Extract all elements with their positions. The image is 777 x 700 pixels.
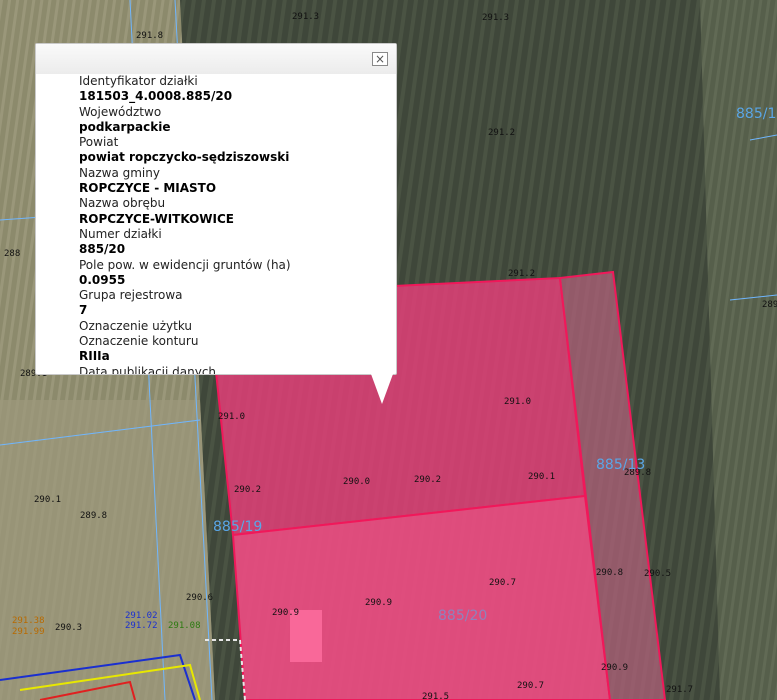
map-label: 291.5 bbox=[422, 692, 449, 700]
map-label: 290.3 bbox=[55, 623, 82, 633]
map-label: 291.38 bbox=[12, 616, 45, 626]
map-label: 290.6 bbox=[186, 593, 213, 603]
field-bottom-light bbox=[0, 400, 215, 700]
map-label: 289.8 bbox=[80, 511, 107, 521]
field-value: powiat ropczycko-sędziszowski bbox=[79, 150, 290, 165]
map-label: 290.7 bbox=[489, 578, 516, 588]
map-label: 291.2 bbox=[488, 128, 515, 138]
map-label: 291.2 bbox=[508, 269, 535, 279]
field-value: podkarpackie bbox=[79, 119, 171, 134]
field-value: 0.0955 bbox=[79, 272, 126, 287]
field-label: Oznaczenie konturu bbox=[79, 334, 199, 349]
field-label: Pole pow. w ewidencji gruntów (ha) bbox=[79, 257, 291, 272]
field-label: Powiat bbox=[79, 135, 119, 150]
field-label: Województwo bbox=[79, 104, 162, 119]
field-value: 885/20 bbox=[79, 242, 126, 257]
map-label: 290.7 bbox=[517, 681, 544, 691]
field-value: 181503_4.0008.885/20 bbox=[79, 89, 233, 104]
field-label: Data publikacji danych bbox=[79, 364, 217, 374]
field-value: ROPCZYCE-WITKOWICE bbox=[79, 211, 235, 226]
popup-header: × bbox=[36, 44, 396, 74]
map-label: 290.1 bbox=[34, 495, 61, 505]
parcel-number-label: 885/20 bbox=[438, 608, 487, 624]
map-label: 290.1 bbox=[528, 472, 555, 482]
popup-content[interactable]: Identyfikator działki 181503_4.0008.885/… bbox=[79, 74, 390, 374]
close-icon[interactable]: × bbox=[372, 52, 388, 66]
field-label: Identyfikator działki bbox=[79, 74, 198, 88]
field-label: Nazwa obrębu bbox=[79, 196, 166, 211]
map-label: 291.8 bbox=[136, 31, 163, 41]
field-label: Grupa rejestrowa bbox=[79, 288, 183, 303]
map-label: 291.99 bbox=[12, 627, 45, 637]
popup-pointer bbox=[371, 374, 393, 404]
map-label: 291.72 bbox=[125, 621, 158, 631]
parcel-number-label: 885/1 bbox=[736, 106, 776, 122]
map-label: 290.8 bbox=[596, 568, 623, 578]
map-label: 288 bbox=[4, 249, 20, 259]
field-value: 7 bbox=[79, 303, 88, 318]
field-value: ROPCZYCE - MIASTO bbox=[79, 181, 217, 196]
map-label: 290.5 bbox=[644, 569, 671, 579]
map-label: 290.9 bbox=[601, 663, 628, 673]
parcel-info-popup[interactable]: × Identyfikator działki 181503_4.0008.88… bbox=[35, 43, 397, 375]
map-label: 291.0 bbox=[504, 397, 531, 407]
map-label: 291.0 bbox=[218, 412, 245, 422]
field-value: RIIIa bbox=[79, 349, 110, 364]
map-label: 291.3 bbox=[482, 13, 509, 23]
map-label: 290.9 bbox=[365, 598, 392, 608]
parcel-number-label: 885/19 bbox=[213, 519, 262, 535]
map-label: 290.2 bbox=[234, 485, 261, 495]
map-label: 291.3 bbox=[292, 12, 319, 22]
map-label: 290.0 bbox=[343, 477, 370, 487]
map-label: 289.5 bbox=[762, 300, 777, 310]
field-label: Oznaczenie użytku bbox=[79, 318, 193, 333]
map-label: 291.02 bbox=[125, 611, 158, 621]
parcel-number-label: 885/13 bbox=[596, 457, 645, 473]
field-label: Numer działki bbox=[79, 226, 162, 241]
map-label: 290.2 bbox=[414, 475, 441, 485]
field-label: Nazwa gminy bbox=[79, 165, 160, 180]
map-label: 290.9 bbox=[272, 608, 299, 618]
map-label: 291.7 bbox=[666, 685, 693, 695]
map-label: 291.08 bbox=[168, 621, 201, 631]
